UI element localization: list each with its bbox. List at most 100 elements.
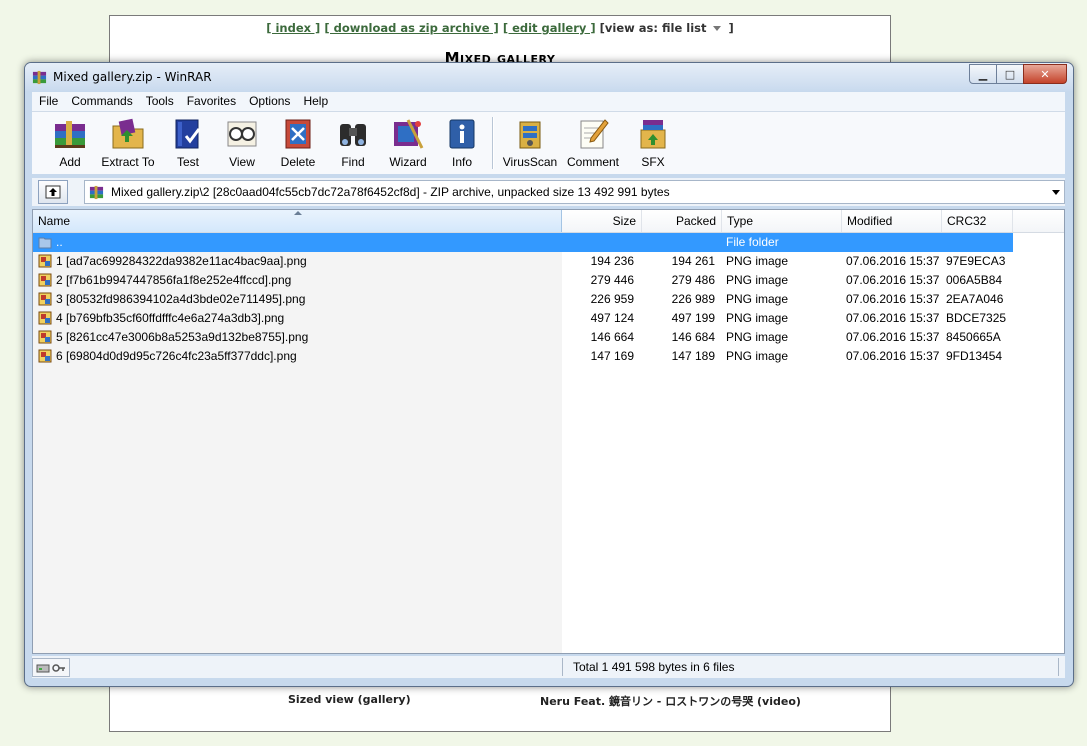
col-crc-label: CRC32 <box>947 214 987 228</box>
sfx-box-icon <box>640 120 666 149</box>
drive-icon <box>36 664 50 672</box>
title-bar[interactable]: Mixed gallery.zip - WinRAR ▁ □ ✕ <box>25 63 1073 91</box>
add-label: Add <box>59 155 81 169</box>
virusscan-button[interactable]: VirusScan <box>500 116 560 169</box>
add-button[interactable]: Add <box>44 116 96 169</box>
col-header-name[interactable]: Name <box>33 210 562 232</box>
video-link[interactable]: Neru Feat. 鏡音リン - ロストワンの号哭 (video) <box>540 693 801 709</box>
menu-help[interactable]: Help <box>296 92 334 108</box>
comment-pencil-icon <box>580 119 609 149</box>
menu-commands[interactable]: Commands <box>64 92 138 108</box>
path-combobox[interactable]: Mixed gallery.zip\2 [28c0aad04fc55cb7dc7… <box>84 180 1065 204</box>
chevron-down-icon[interactable] <box>1052 190 1060 195</box>
col-size-label: Size <box>612 214 636 228</box>
file-size: 194 236 <box>590 254 634 268</box>
list-header: Name Size Packed Type Modified CRC32 <box>33 210 1064 233</box>
chevron-down-icon[interactable] <box>712 25 721 31</box>
status-total: Total 1 491 598 bytes in 6 files <box>573 660 735 674</box>
parent-folder-row[interactable]: .. File folder <box>33 233 1013 252</box>
parent-type: File folder <box>726 235 779 249</box>
menu-options[interactable]: Options <box>242 92 296 108</box>
path-text: Mixed gallery.zip\2 [28c0aad04fc55cb7dc7… <box>111 185 670 199</box>
file-type: PNG image <box>726 311 789 325</box>
table-row[interactable]: 6 [69804d0d9d95c726c4fc23a5ff377ddc].png… <box>33 347 1013 366</box>
edit-gallery-link[interactable]: [ edit gallery ] <box>503 21 596 35</box>
view-as-select[interactable]: file list <box>662 21 707 35</box>
table-row[interactable]: 3 [80532fd986394102a4d3bde02e711495].png… <box>33 290 1013 309</box>
file-packed: 147 189 <box>671 349 715 363</box>
comment-button[interactable]: Comment <box>565 116 621 169</box>
test-book-icon <box>175 119 201 149</box>
minimize-icon: ▁ <box>978 67 988 81</box>
virusscan-icon <box>519 121 541 149</box>
view-button[interactable]: View <box>219 116 265 169</box>
wizard-button[interactable]: Wizard <box>385 116 431 169</box>
table-row[interactable]: 4 [b769bfb35cf60ffdfffc4e6a274a3db3].png… <box>33 309 1013 328</box>
wizard-icon <box>394 119 424 149</box>
index-link[interactable]: [ index ] <box>266 21 320 35</box>
address-bar: Mixed gallery.zip\2 [28c0aad04fc55cb7dc7… <box>32 178 1065 206</box>
info-button[interactable]: Info <box>439 116 485 169</box>
file-size: 226 959 <box>590 292 634 306</box>
close-button[interactable]: ✕ <box>1023 64 1067 84</box>
col-header-size[interactable]: Size <box>562 210 642 232</box>
arrow-up-icon <box>45 185 61 199</box>
winrar-books-icon <box>55 121 85 148</box>
col-name-label: Name <box>38 214 71 228</box>
status-icons[interactable] <box>32 658 70 677</box>
find-button[interactable]: Find <box>330 116 376 169</box>
winrar-archive-icon <box>89 185 104 200</box>
toolbar-separator <box>492 117 494 169</box>
delete-button[interactable]: Delete <box>275 116 321 169</box>
table-row[interactable]: 1 [ad7ac699284322da9382e11ac4bac9aa].png… <box>33 252 1013 271</box>
close-icon: ✕ <box>1040 67 1050 81</box>
col-header-modified[interactable]: Modified <box>842 210 942 232</box>
file-packed: 279 486 <box>671 273 715 287</box>
window-controls: ▁ □ ✕ <box>969 64 1067 84</box>
file-modified: 07.06.2016 15:37 <box>846 349 940 363</box>
col-header-type[interactable]: Type <box>722 210 842 232</box>
up-one-level-button[interactable] <box>38 180 68 204</box>
delete-book-icon <box>285 119 311 149</box>
sfx-button[interactable]: SFX <box>630 116 676 169</box>
extract-to-button[interactable]: Extract To <box>98 116 158 169</box>
wizard-label: Wizard <box>389 155 427 169</box>
file-crc: 8450665A <box>946 330 1001 344</box>
find-label: Find <box>341 155 365 169</box>
sfx-label: SFX <box>641 155 665 169</box>
sort-ascending-icon <box>294 211 302 215</box>
menu-tools[interactable]: Tools <box>139 92 180 108</box>
menu-file[interactable]: File <box>32 92 64 108</box>
file-name: 5 [8261cc47e3006b8a5253a9d132be8755].png <box>56 330 309 344</box>
minimize-button[interactable]: ▁ <box>969 64 997 84</box>
binoculars-icon <box>340 124 366 146</box>
file-modified: 07.06.2016 15:37 <box>846 292 940 306</box>
file-size: 279 446 <box>590 273 634 287</box>
view-as-label: [view as: <box>599 21 658 35</box>
sized-view-link[interactable]: Sized view (gallery) <box>288 693 411 706</box>
extract-to-label: Extract To <box>101 155 155 169</box>
toolbar: Add Extract To Test View Delete Find Wiz… <box>32 112 1065 174</box>
winrar-app-icon <box>32 70 47 85</box>
file-name: 2 [f7b61b9947447856fa1f8e252e4ffccd].png <box>56 273 292 287</box>
col-header-packed[interactable]: Packed <box>642 210 722 232</box>
web-nav: [ index ] [ download as zip archive ] [ … <box>110 21 890 35</box>
delete-label: Delete <box>280 155 316 169</box>
table-row[interactable]: 5 [8261cc47e3006b8a5253a9d132be8755].png… <box>33 328 1013 347</box>
file-name: 3 [80532fd986394102a4d3bde02e711495].png <box>56 292 306 306</box>
download-zip-link[interactable]: [ download as zip archive ] <box>324 21 498 35</box>
table-row[interactable]: 2 [f7b61b9947447856fa1f8e252e4ffccd].png… <box>33 271 1013 290</box>
file-modified: 07.06.2016 15:37 <box>846 330 940 344</box>
col-header-crc[interactable]: CRC32 <box>942 210 1013 232</box>
file-packed: 146 684 <box>671 330 715 344</box>
maximize-button[interactable]: □ <box>996 64 1024 84</box>
key-icon <box>52 663 65 672</box>
menu-favorites[interactable]: Favorites <box>180 92 242 108</box>
view-label: View <box>229 155 255 169</box>
file-crc: BDCE7325 <box>946 311 1007 325</box>
test-button[interactable]: Test <box>165 116 211 169</box>
file-crc: 2EA7A046 <box>946 292 1004 306</box>
file-type: PNG image <box>726 254 789 268</box>
file-size: 146 664 <box>590 330 634 344</box>
parent-name: .. <box>56 235 63 249</box>
